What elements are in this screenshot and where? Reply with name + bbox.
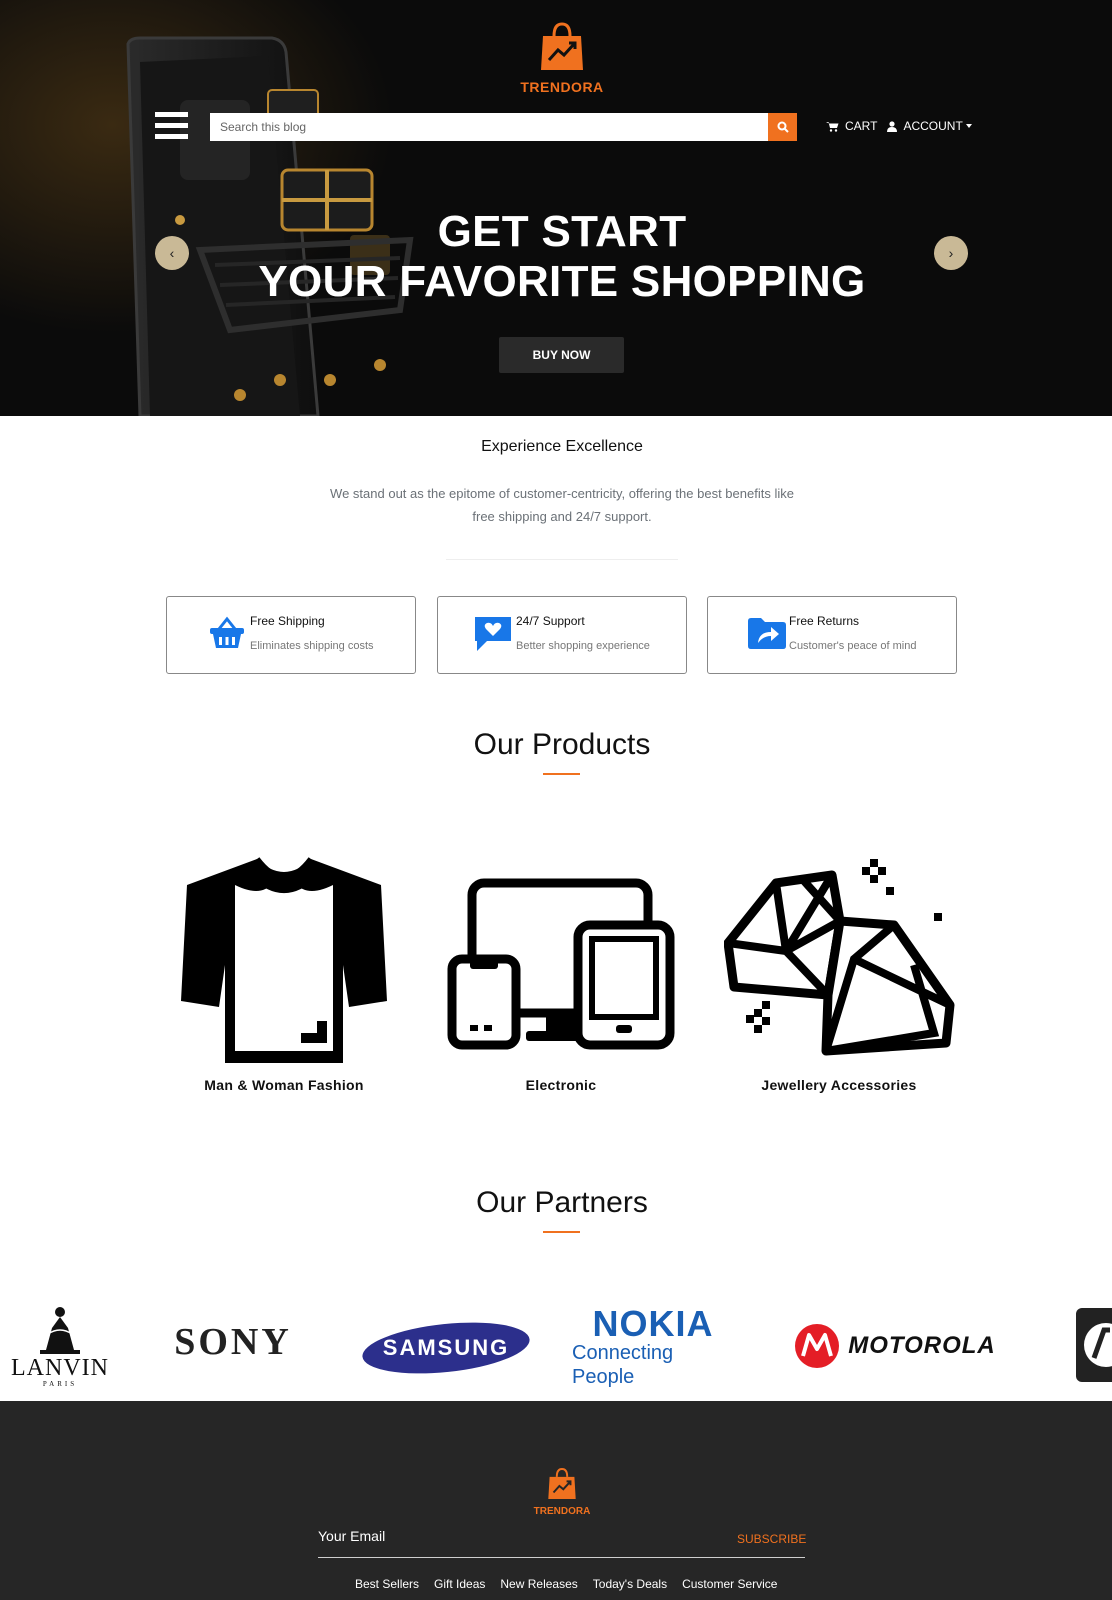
product-card-electronic[interactable]: Electronic bbox=[446, 855, 676, 1093]
feature-title: Free Returns bbox=[789, 614, 860, 628]
excellence-text: We stand out as the epitome of customer-… bbox=[330, 486, 794, 524]
chat-heart-icon bbox=[475, 617, 511, 651]
footer-link-new-releases[interactable]: New Releases bbox=[500, 1577, 577, 1591]
search-icon bbox=[777, 121, 789, 133]
partners-title-underline bbox=[543, 1231, 580, 1233]
brand-logo[interactable]: TRENDORA bbox=[516, 22, 608, 95]
motorola-emblem-icon bbox=[795, 1324, 840, 1368]
footer-links: Best Sellers Gift Ideas New Releases Tod… bbox=[355, 1577, 792, 1591]
excellence-title: Experience Excellence bbox=[481, 438, 643, 455]
footer-link-todays-deals[interactable]: Today's Deals bbox=[593, 1577, 667, 1591]
brand-name: TRENDORA bbox=[520, 79, 604, 95]
samsung-wordmark: SAMSUNG bbox=[382, 1335, 510, 1360]
chevron-right-icon: › bbox=[948, 245, 954, 261]
devices-icon bbox=[447, 878, 675, 1050]
sony-wordmark: SONY bbox=[174, 1321, 292, 1363]
search-bar bbox=[210, 113, 797, 141]
products-title: Our Products bbox=[473, 728, 651, 761]
feature-subtitle: Eliminates shipping costs bbox=[250, 640, 374, 652]
partner-emblem-icon bbox=[1084, 1323, 1112, 1367]
feature-subtitle: Better shopping experience bbox=[516, 640, 650, 652]
search-button[interactable] bbox=[768, 113, 797, 141]
carousel-next-button[interactable]: › bbox=[934, 236, 968, 270]
partner-logo-sony[interactable]: SONY bbox=[153, 1318, 313, 1366]
hamburger-icon-bar bbox=[155, 134, 188, 139]
partner-logo-nokia[interactable]: NOKIA Connecting People bbox=[572, 1306, 734, 1389]
feature-title: Free Shipping bbox=[250, 614, 325, 628]
product-card-fashion[interactable]: Man & Woman Fashion bbox=[169, 855, 399, 1093]
footer-link-gift-ideas[interactable]: Gift Ideas bbox=[434, 1577, 485, 1591]
search-input[interactable] bbox=[210, 113, 768, 141]
feature-title: 24/7 Support bbox=[516, 614, 585, 628]
hamburger-icon-bar bbox=[155, 123, 188, 128]
partner-logo-motorola[interactable]: MOTOROLA bbox=[775, 1320, 1015, 1372]
footer-logo[interactable]: TRENDORA bbox=[530, 1467, 594, 1517]
divider bbox=[446, 559, 678, 560]
product-label: Electronic bbox=[525, 1077, 597, 1093]
basket-icon bbox=[210, 616, 244, 648]
nokia-wordmark: NOKIA bbox=[592, 1303, 714, 1344]
subscribe-button[interactable]: SUBSCRIBE bbox=[737, 1532, 806, 1546]
cart-link[interactable]: CART bbox=[826, 119, 877, 133]
email-field-underline bbox=[318, 1557, 805, 1558]
lanvin-subtext: PARIS bbox=[42, 1380, 78, 1388]
cart-icon bbox=[826, 121, 839, 132]
partner-logo-samsung[interactable]: SAMSUNG bbox=[362, 1318, 530, 1378]
hamburger-icon-bar bbox=[155, 112, 188, 117]
partner-logo-lanvin[interactable]: LANVIN PARIS bbox=[4, 1298, 116, 1394]
features-row: Free Shipping Eliminates shipping costs … bbox=[166, 596, 957, 674]
folder-share-icon bbox=[748, 618, 786, 649]
lanvin-emblem-icon bbox=[40, 1307, 80, 1354]
carousel-prev-button[interactable]: ‹ bbox=[155, 236, 189, 270]
hero-banner: TRENDORA CART ACC bbox=[0, 0, 1112, 416]
partners-title: Our Partners bbox=[476, 1186, 648, 1219]
products-title-underline bbox=[543, 773, 580, 775]
caret-down-icon bbox=[965, 124, 972, 128]
user-icon bbox=[887, 120, 898, 132]
footer-brand-name: TRENDORA bbox=[533, 1506, 591, 1517]
feature-card-support: 24/7 Support Better shopping experience bbox=[437, 596, 687, 674]
shopping-bag-icon bbox=[541, 22, 583, 70]
footer-link-best-sellers[interactable]: Best Sellers bbox=[355, 1577, 419, 1591]
product-card-jewellery[interactable]: Jewellery Accessories bbox=[724, 855, 955, 1093]
buy-now-button[interactable]: BUY NOW bbox=[499, 337, 624, 373]
shopping-bag-icon bbox=[548, 1468, 576, 1499]
product-label: Jewellery Accessories bbox=[761, 1077, 917, 1093]
nokia-tagline: Connecting People bbox=[572, 1342, 674, 1388]
tshirt-icon bbox=[181, 857, 387, 1063]
hamburger-menu-button[interactable] bbox=[155, 112, 188, 140]
motorola-wordmark: MOTOROLA bbox=[848, 1332, 996, 1359]
account-label: ACCOUNT bbox=[903, 119, 963, 133]
footer: TRENDORA Your Email SUBSCRIBE Best Selle… bbox=[0, 1401, 1112, 1600]
cart-label: CART bbox=[845, 119, 878, 133]
account-dropdown[interactable]: ACCOUNT bbox=[887, 119, 972, 133]
chevron-left-icon: ‹ bbox=[169, 245, 175, 261]
footer-link-customer-service[interactable]: Customer Service bbox=[682, 1577, 777, 1591]
feature-card-returns: Free Returns Customer's peace of mind bbox=[707, 596, 957, 674]
product-label: Man & Woman Fashion bbox=[204, 1077, 364, 1093]
feature-subtitle: Customer's peace of mind bbox=[789, 640, 917, 652]
feature-card-shipping: Free Shipping Eliminates shipping costs bbox=[166, 596, 416, 674]
diamond-icon bbox=[724, 859, 955, 1056]
header-nav: CART ACCOUNT bbox=[826, 119, 982, 133]
partner-logo-partial[interactable] bbox=[1076, 1308, 1112, 1382]
lanvin-wordmark: LANVIN bbox=[11, 1355, 109, 1381]
email-field[interactable]: Your Email bbox=[318, 1528, 385, 1544]
